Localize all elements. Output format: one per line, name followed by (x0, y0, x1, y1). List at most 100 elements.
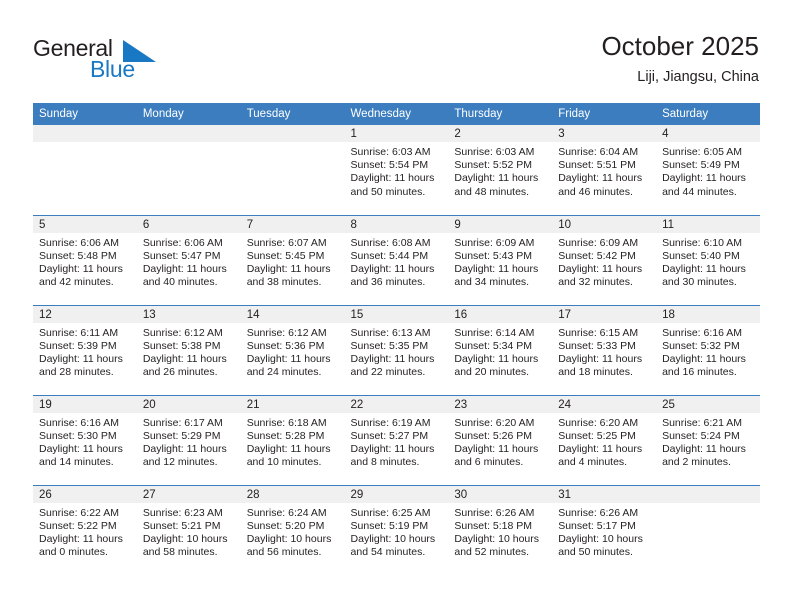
day-number: 25 (656, 395, 760, 413)
calendar-day-cell[interactable]: 20 Sunrise: 6:17 AM Sunset: 5:29 PM Dayligh… (136, 394, 241, 485)
day-details: Sunrise: 6:12 AM Sunset: 5:36 PM Daylight:… (241, 323, 345, 380)
day-details: Sunrise: 6:03 AM Sunset: 5:54 PM Daylight:… (345, 142, 449, 199)
daylight-text: Daylight: 11 hours and 16 minutes. (662, 352, 746, 379)
calendar-day-cell[interactable]: 13 Sunrise: 6:12 AM Sunset: 5:38 PM Dayligh… (136, 304, 241, 395)
calendar-grid: Sunday Monday Tuesday Wednesday Thursday Frid… (33, 103, 760, 575)
calendar-day-cell[interactable]: 3 Sunrise: 6:04 AM Sunset: 5:51 PM Daylight… (552, 125, 657, 215)
page-title: October 2025 (601, 31, 759, 61)
sunset-text: Sunset: 5:28 PM (246, 429, 325, 442)
calendar-day-cell[interactable]: 12 Sunrise: 6:11 AM Sunset: 5:39 PM Dayligh… (33, 304, 137, 395)
sunrise-text: Sunrise: 6:03 AM (454, 146, 535, 158)
sunset-text: Sunset: 5:36 PM (246, 339, 325, 352)
calendar-day-cell[interactable]: 8 Sunrise: 6:08 AM Sunset: 5:44 PM Daylight… (344, 214, 449, 305)
day-number: 28 (240, 485, 345, 503)
calendar-day-cell[interactable]: 22 Sunrise: 6:19 AM Sunset: 5:27 PM Dayligh… (344, 394, 449, 485)
calendar-day-cell[interactable]: 15 Sunrise: 6:13 AM Sunset: 5:35 PM Dayligh… (344, 304, 449, 395)
sunrise-text: Sunrise: 6:22 AM (39, 506, 119, 519)
calendar-cell-empty (240, 125, 345, 215)
day-details: Sunrise: 6:20 AM Sunset: 5:26 PM Daylight:… (448, 413, 552, 470)
calendar-day-cell[interactable]: 25 Sunrise: 6:21 AM Sunset: 5:24 PM Dayligh… (656, 394, 760, 485)
day-details: Sunrise: 6:16 AM Sunset: 5:32 PM Daylight:… (656, 323, 760, 380)
calendar-day-cell[interactable]: 4 Sunrise: 6:05 AM Sunset: 5:49 PM Daylight… (656, 125, 760, 215)
calendar-day-cell[interactable]: 5 Sunrise: 6:06 AM Sunset: 5:48 PM Daylight… (33, 214, 137, 305)
calendar-day-cell[interactable]: 7 Sunrise: 6:07 AM Sunset: 5:45 PM Daylight… (240, 214, 345, 305)
calendar-week-row: 5 Sunrise: 6:06 AM Sunset: 5:48 PM Daylight… (33, 214, 760, 305)
sunrise-text: Sunrise: 6:06 AM (142, 236, 223, 249)
day-details: Sunrise: 6:06 AM Sunset: 5:47 PM Daylight:… (137, 233, 241, 290)
daylight-text: Daylight: 10 hours and 58 minutes. (142, 532, 228, 559)
day-number: 19 (33, 395, 137, 413)
sunrise-text: Sunrise: 6:09 AM (558, 236, 639, 249)
day-number: 18 (656, 305, 760, 323)
calendar-day-cell[interactable]: 17 Sunrise: 6:15 AM Sunset: 5:33 PM Dayligh… (552, 304, 657, 395)
sunset-text: Sunset: 5:18 PM (454, 519, 533, 532)
day-number: 20 (136, 395, 241, 413)
sunset-text: Sunset: 5:38 PM (142, 339, 221, 352)
day-details: Sunrise: 6:06 AM Sunset: 5:48 PM Daylight:… (33, 233, 137, 290)
sunrise-text: Sunrise: 6:19 AM (350, 416, 431, 429)
calendar-week-row: 19 Sunrise: 6:16 AM Sunset: 5:30 PM Dayligh… (33, 394, 760, 485)
sunrise-text: Sunrise: 6:05 AM (662, 146, 743, 158)
weekday-header-friday: Friday (552, 103, 657, 125)
day-details: Sunrise: 6:23 AM Sunset: 5:21 PM Daylight:… (137, 503, 241, 560)
calendar-day-cell[interactable]: 16 Sunrise: 6:14 AM Sunset: 5:34 PM Dayligh… (448, 304, 553, 395)
sunset-text: Sunset: 5:25 PM (558, 429, 636, 442)
sunset-text: Sunset: 5:21 PM (142, 519, 221, 532)
calendar-day-cell[interactable]: 9 Sunrise: 6:09 AM Sunset: 5:43 PM Daylight… (448, 214, 553, 305)
calendar-day-cell[interactable]: 23 Sunrise: 6:20 AM Sunset: 5:26 PM Dayligh… (448, 394, 553, 485)
calendar-day-cell[interactable]: 26 Sunrise: 6:22 AM Sunset: 5:22 PM Dayligh… (33, 484, 137, 575)
calendar-day-cell[interactable]: 1 Sunrise: 6:03 AM Sunset: 5:54 PM Daylight… (344, 125, 449, 215)
page-subtitle-location: Liji, Jiangsu, China (637, 69, 759, 85)
daylight-text: Daylight: 11 hours and 30 minutes. (662, 262, 746, 289)
day-number (136, 125, 241, 142)
calendar-week-row: 1 Sunrise: 6:03 AM Sunset: 5:54 PM Daylight… (33, 125, 760, 215)
calendar-day-cell[interactable]: 14 Sunrise: 6:12 AM Sunset: 5:36 PM Dayligh… (240, 304, 345, 395)
day-number (656, 485, 760, 503)
calendar-weekday-header: Sunday Monday Tuesday Wednesday Thursday Frid… (33, 103, 760, 125)
calendar-day-cell[interactable]: 24 Sunrise: 6:20 AM Sunset: 5:25 PM Dayligh… (552, 394, 657, 485)
calendar-day-cell[interactable]: 29 Sunrise: 6:25 AM Sunset: 5:19 PM Dayligh… (344, 484, 449, 575)
day-number: 14 (240, 305, 345, 323)
day-number: 26 (33, 485, 137, 503)
daylight-text: Daylight: 11 hours and 28 minutes. (39, 352, 123, 379)
day-number: 10 (552, 215, 657, 233)
calendar-day-cell[interactable]: 31 Sunrise: 6:26 AM Sunset: 5:17 PM Dayligh… (552, 484, 657, 575)
calendar-day-cell[interactable]: 28 Sunrise: 6:24 AM Sunset: 5:20 PM Dayligh… (240, 484, 345, 575)
daylight-text: Daylight: 11 hours and 38 minutes. (246, 262, 331, 289)
calendar-day-cell[interactable]: 19 Sunrise: 6:16 AM Sunset: 5:30 PM Dayligh… (33, 394, 137, 485)
title-block: October 2025 Liji, Jiangsu, China (601, 30, 759, 87)
daylight-text: Daylight: 11 hours and 10 minutes. (246, 442, 331, 469)
calendar-day-cell[interactable]: 11 Sunrise: 6:10 AM Sunset: 5:40 PM Dayligh… (656, 214, 760, 305)
calendar-day-cell[interactable]: 30 Sunrise: 6:26 AM Sunset: 5:18 PM Dayligh… (448, 484, 553, 575)
calendar-day-cell[interactable]: 27 Sunrise: 6:23 AM Sunset: 5:21 PM Dayligh… (136, 484, 241, 575)
sunset-text: Sunset: 5:40 PM (662, 249, 740, 262)
day-number: 5 (33, 215, 137, 233)
sunrise-text: Sunrise: 6:11 AM (39, 326, 119, 339)
sunrise-text: Sunrise: 6:06 AM (39, 236, 119, 249)
sunrise-text: Sunrise: 6:03 AM (350, 146, 431, 158)
day-number: 8 (344, 215, 449, 233)
day-number: 22 (344, 395, 449, 413)
day-details: Sunrise: 6:03 AM Sunset: 5:52 PM Daylight:… (448, 142, 552, 199)
daylight-text: Daylight: 11 hours and 18 minutes. (558, 352, 643, 379)
calendar-day-cell[interactable]: 21 Sunrise: 6:18 AM Sunset: 5:28 PM Dayligh… (240, 394, 345, 485)
daylight-text: Daylight: 10 hours and 54 minutes. (350, 532, 436, 559)
daylight-text: Daylight: 10 hours and 56 minutes. (246, 532, 332, 559)
calendar-day-cell[interactable]: 10 Sunrise: 6:09 AM Sunset: 5:42 PM Dayligh… (552, 214, 657, 305)
daylight-text: Daylight: 11 hours and 40 minutes. (142, 262, 227, 289)
calendar-table: Sunday Monday Tuesday Wednesday Thursday Frid… (33, 103, 760, 575)
day-details: Sunrise: 6:13 AM Sunset: 5:35 PM Daylight:… (345, 323, 449, 380)
sunset-text: Sunset: 5:27 PM (350, 429, 429, 442)
day-details: Sunrise: 6:10 AM Sunset: 5:40 PM Daylight:… (656, 233, 760, 290)
calendar-day-cell[interactable]: 18 Sunrise: 6:16 AM Sunset: 5:32 PM Dayligh… (656, 304, 760, 395)
daylight-text: Daylight: 10 hours and 50 minutes. (558, 532, 643, 559)
sunrise-text: Sunrise: 6:07 AM (246, 236, 327, 249)
calendar-day-cell[interactable]: 6 Sunrise: 6:06 AM Sunset: 5:47 PM Daylight… (136, 214, 241, 305)
sunrise-text: Sunrise: 6:04 AM (558, 146, 639, 158)
generalblue-logo[interactable]: General Blue (33, 36, 213, 86)
day-details: Sunrise: 6:08 AM Sunset: 5:44 PM Daylight:… (345, 233, 449, 290)
sunset-text: Sunset: 5:29 PM (142, 429, 221, 442)
sunset-text: Sunset: 5:33 PM (558, 339, 636, 352)
sunset-text: Sunset: 5:32 PM (662, 339, 740, 352)
calendar-day-cell[interactable]: 2 Sunrise: 6:03 AM Sunset: 5:52 PM Daylight… (448, 125, 553, 215)
